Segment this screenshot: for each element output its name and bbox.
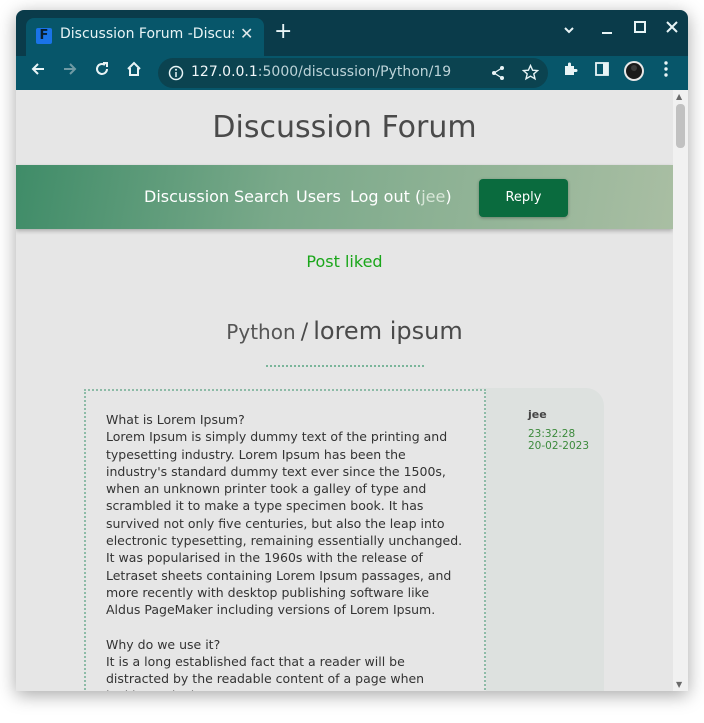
close-window-icon[interactable] bbox=[665, 20, 679, 38]
address-bar[interactable]: 127.0.0.1:5000/discussion/Python/19 bbox=[158, 58, 548, 88]
post-body: What is Lorem Ipsum? Lorem Ipsum is simp… bbox=[84, 389, 486, 691]
share-icon[interactable] bbox=[490, 65, 506, 85]
back-icon[interactable] bbox=[26, 60, 50, 84]
sidebar-icon[interactable] bbox=[590, 60, 614, 84]
flash-message: Post liked bbox=[306, 252, 383, 271]
browser-window: F Discussion Forum -Discussion ✕ + bbox=[16, 10, 688, 691]
forward-icon[interactable] bbox=[58, 60, 82, 84]
nav-search-link[interactable]: Search bbox=[234, 187, 289, 206]
tab-discussion-forum[interactable]: F Discussion Forum -Discussion ✕ bbox=[26, 18, 264, 56]
info-icon[interactable] bbox=[168, 65, 184, 85]
url-text: 127.0.0.1:5000/discussion/Python/19 bbox=[191, 64, 451, 80]
page-content: Discussion Forum Discussion Search Users… bbox=[16, 90, 688, 691]
page-scrollbar[interactable]: ▲ ▼ bbox=[673, 90, 688, 691]
url-path: :5000/discussion/Python/19 bbox=[257, 64, 452, 80]
tab-search-icon[interactable] bbox=[562, 23, 576, 41]
reply-button[interactable]: Reply bbox=[479, 179, 568, 217]
extensions-icon[interactable] bbox=[558, 60, 582, 84]
tab-bar: F Discussion Forum -Discussion ✕ + bbox=[16, 10, 688, 56]
scroll-down-icon[interactable]: ▼ bbox=[676, 680, 682, 689]
post-time: 23:32:28 bbox=[528, 428, 576, 440]
breadcrumb-topic: lorem ipsum bbox=[313, 317, 463, 345]
post-meta: jee 23:32:28 20-02-2023 bbox=[474, 388, 604, 691]
close-tab-icon[interactable]: ✕ bbox=[240, 24, 253, 43]
scroll-thumb[interactable] bbox=[676, 104, 685, 148]
breadcrumb-category[interactable]: Python bbox=[226, 320, 295, 344]
home-icon[interactable] bbox=[122, 60, 146, 84]
menu-icon[interactable] bbox=[654, 60, 678, 84]
new-tab-button[interactable]: + bbox=[274, 21, 292, 43]
post-author[interactable]: jee bbox=[528, 408, 547, 421]
tab-title: Discussion Forum -Discussion bbox=[60, 26, 234, 42]
favicon-icon: F bbox=[36, 28, 52, 44]
star-icon[interactable] bbox=[521, 63, 540, 85]
breadcrumb: Python / lorem ipsum bbox=[16, 317, 673, 345]
post-timestamp: 23:32:28 20-02-2023 bbox=[528, 428, 589, 452]
logout-label: Log out bbox=[350, 187, 410, 206]
url-host: 127.0.0.1 bbox=[191, 64, 258, 80]
post-date: 20-02-2023 bbox=[528, 440, 590, 452]
close-paren: ) bbox=[445, 187, 452, 206]
post-heading-1: What is Lorem Ipsum? bbox=[106, 412, 245, 427]
minimize-icon[interactable] bbox=[600, 23, 614, 41]
breadcrumb-separator: / bbox=[300, 320, 309, 345]
reload-icon[interactable] bbox=[90, 60, 114, 84]
nav-logout-link[interactable]: Log out (jee) bbox=[350, 187, 452, 206]
nav-discussion-link[interactable]: Discussion bbox=[144, 187, 229, 206]
post-paragraph-1: Lorem Ipsum is simply dummy text of the … bbox=[106, 429, 463, 618]
avatar[interactable] bbox=[622, 60, 646, 84]
post: jee 23:32:28 20-02-2023 What is Lorem Ip… bbox=[84, 388, 604, 691]
site-title: Discussion Forum bbox=[212, 110, 477, 145]
post-paragraph-2: It is a long established fact that a rea… bbox=[106, 653, 425, 691]
browser-toolbar: 127.0.0.1:5000/discussion/Python/19 bbox=[16, 56, 688, 90]
title-divider bbox=[266, 365, 424, 367]
maximize-icon[interactable] bbox=[633, 20, 647, 38]
logged-in-username: jee bbox=[421, 187, 446, 206]
post-heading-2: Why do we use it? bbox=[106, 636, 221, 652]
scroll-up-icon[interactable]: ▲ bbox=[676, 92, 682, 101]
site-navbar: Discussion Search Users Log out (jee) Re… bbox=[16, 165, 673, 229]
nav-users-link[interactable]: Users bbox=[296, 187, 341, 206]
